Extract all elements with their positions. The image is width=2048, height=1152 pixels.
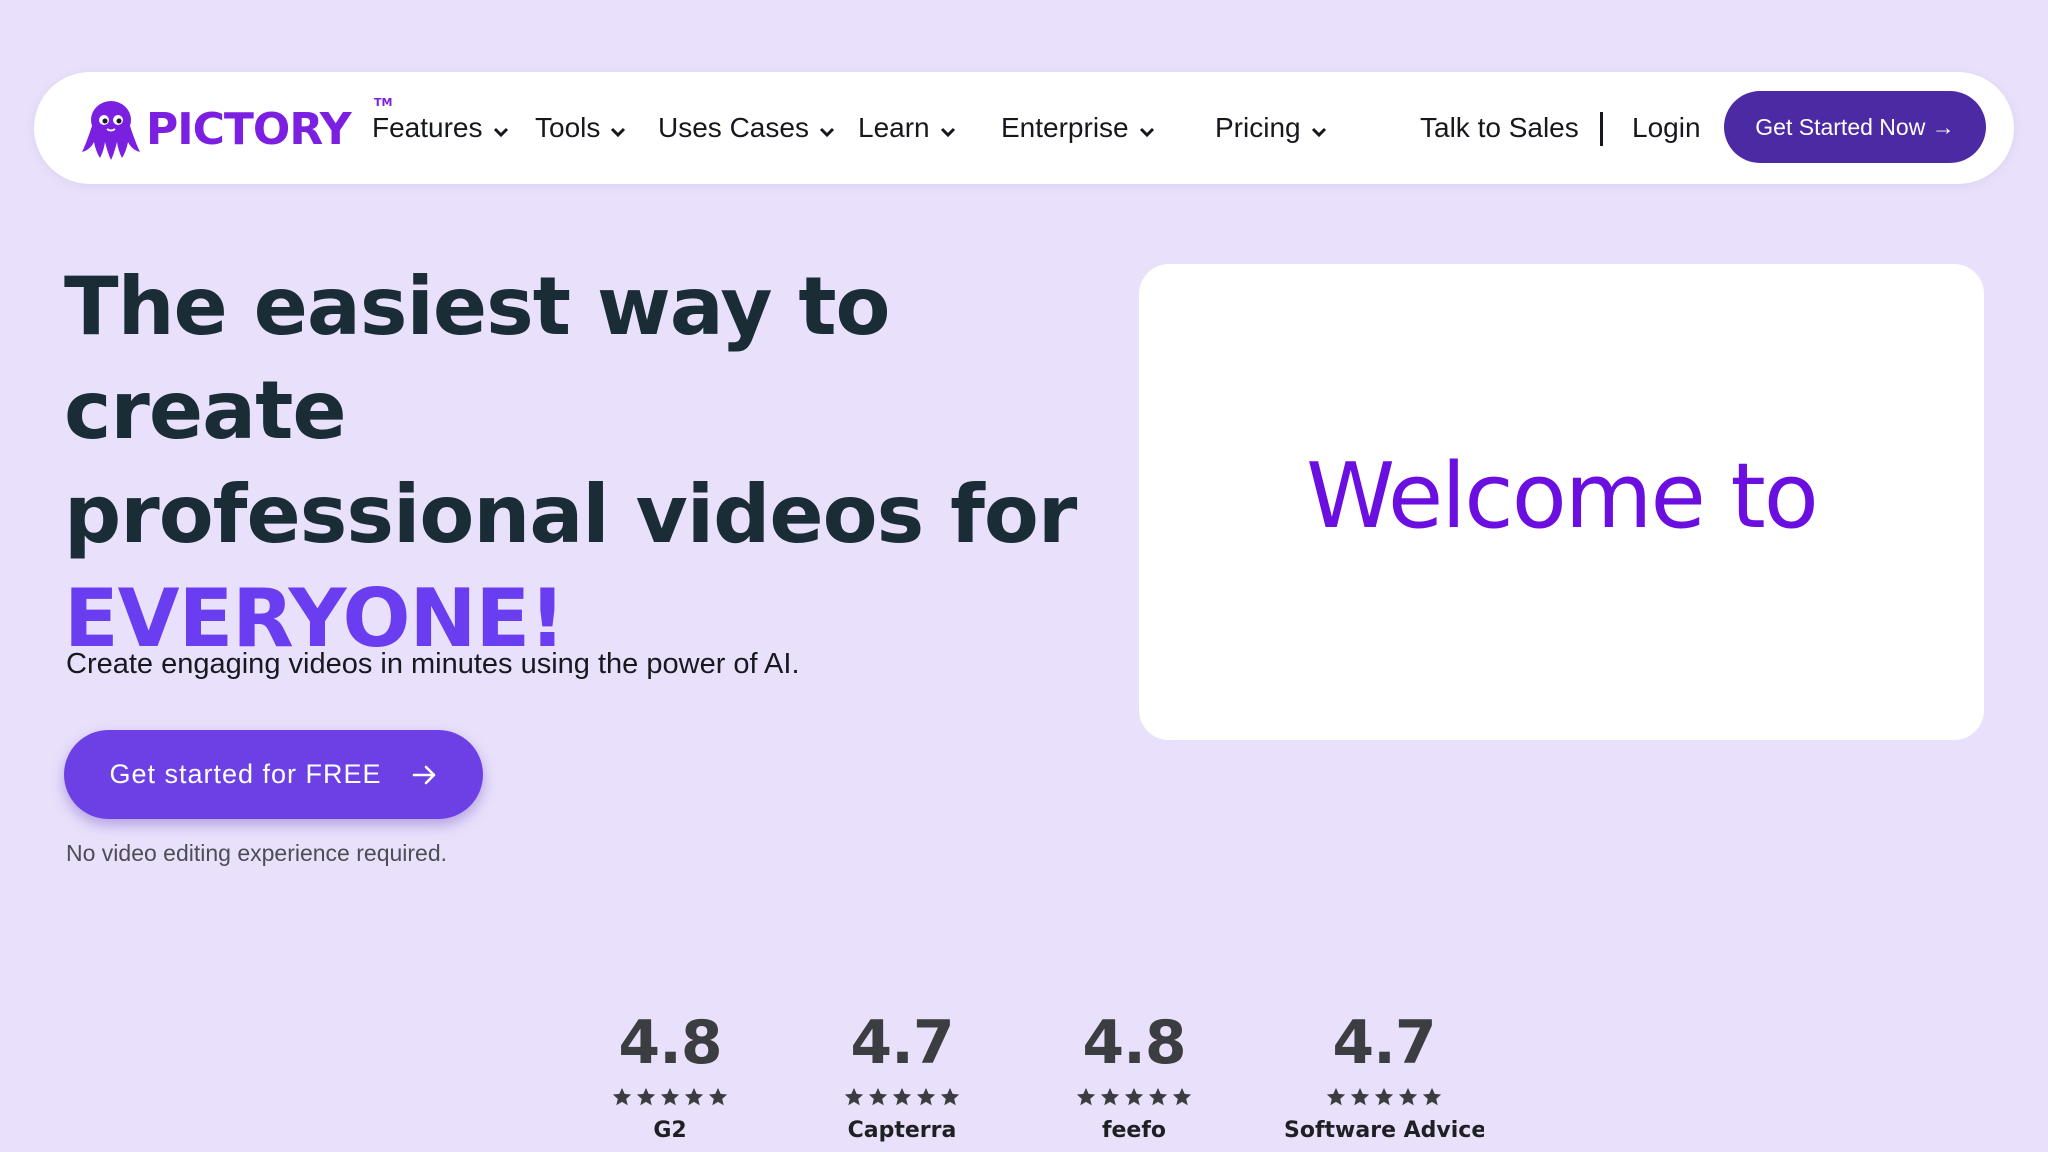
rating-score: 4.8 — [1082, 1008, 1186, 1078]
talk-to-sales-link[interactable]: Talk to Sales — [1420, 106, 1579, 150]
rating-feefo: 4.8 feefo — [1034, 1008, 1234, 1144]
rating-stars — [570, 1086, 770, 1108]
star-icon — [1374, 1087, 1394, 1106]
pictory-logo[interactable]: PICTORY TM — [78, 94, 392, 164]
nav-divider — [1600, 112, 1603, 146]
star-icon — [916, 1087, 936, 1106]
login-link[interactable]: Login — [1632, 106, 1701, 150]
rating-score: 4.7 — [850, 1008, 954, 1078]
get-started-now-button[interactable]: Get Started Now → — [1724, 91, 1986, 163]
hero-headline-line1: The easiest way to create — [64, 260, 891, 457]
star-icon — [708, 1087, 728, 1106]
star-icon — [940, 1087, 960, 1106]
g2-logo: G2 — [653, 1118, 687, 1143]
star-icon — [892, 1087, 912, 1106]
nav-tools-label: Tools — [535, 112, 601, 143]
hero-headline-line2: professional videos for — [64, 468, 1077, 561]
rating-score: 4.8 — [618, 1008, 722, 1078]
star-icon — [1172, 1087, 1192, 1106]
nav-enterprise-label: Enterprise — [1001, 112, 1129, 143]
capterra-logo: Capterra — [847, 1118, 957, 1143]
hero-headline: The easiest way to create professional v… — [64, 255, 1124, 671]
star-icon — [612, 1087, 632, 1106]
hero-subtext: Create engaging videos in minutes using … — [66, 648, 800, 680]
rating-stars — [802, 1086, 1002, 1108]
rating-score: 4.7 — [1332, 1008, 1436, 1078]
hero-video-player[interactable]: Welcome to — [1139, 264, 1984, 740]
nav-pricing[interactable]: Pricing — [1215, 106, 1327, 150]
logo-wordmark: PICTORY — [146, 103, 352, 155]
star-icon — [844, 1087, 864, 1106]
star-icon — [1148, 1087, 1168, 1106]
chevron-down-icon — [493, 127, 508, 138]
rating-stars — [1034, 1086, 1234, 1108]
chevron-down-icon — [819, 127, 834, 138]
star-icon — [1398, 1087, 1418, 1106]
software-advice-logo: Software Advice — [1284, 1118, 1484, 1143]
page: PICTORY TM Features Tools Uses Cases Lea… — [0, 0, 2048, 1152]
rating-g2: 4.8 G2 — [570, 1008, 770, 1144]
rating-software-advice: 4.7 Software Advice — [1284, 1008, 1484, 1144]
get-started-free-label: Get started for FREE — [109, 759, 382, 789]
nav-learn-label: Learn — [858, 112, 930, 143]
star-icon — [1100, 1087, 1120, 1106]
nav-features[interactable]: Features — [372, 106, 509, 150]
chevron-down-icon — [940, 127, 955, 138]
star-icon — [660, 1087, 680, 1106]
star-icon — [684, 1087, 704, 1106]
octopus-logo-icon — [82, 101, 140, 160]
star-icon — [1422, 1087, 1442, 1106]
star-icon — [868, 1087, 888, 1106]
star-icon — [1350, 1087, 1370, 1106]
star-icon — [1326, 1087, 1346, 1106]
star-icon — [1124, 1087, 1144, 1106]
arrow-right-icon — [412, 765, 435, 784]
nav-pricing-label: Pricing — [1215, 112, 1301, 143]
nav-features-label: Features — [372, 112, 483, 143]
nav-learn[interactable]: Learn — [858, 106, 956, 150]
rating-stars — [1284, 1086, 1484, 1108]
chevron-down-icon — [611, 127, 626, 138]
video-frame-text: Welcome to — [1306, 444, 1819, 549]
rating-capterra: 4.7 Capterra — [802, 1008, 1002, 1144]
star-icon — [1076, 1087, 1096, 1106]
get-started-free-button[interactable]: Get started for FREE — [64, 730, 483, 819]
nav-tools[interactable]: Tools — [535, 106, 626, 150]
chevron-down-icon — [1311, 127, 1326, 138]
nav-use-cases-label: Uses Cases — [658, 112, 809, 143]
top-navbar: PICTORY TM Features Tools Uses Cases Lea… — [34, 72, 2014, 184]
nav-use-cases[interactable]: Uses Cases — [658, 106, 835, 150]
feefo-logo: feefo — [1101, 1118, 1167, 1143]
star-icon — [636, 1087, 656, 1106]
hero-note: No video editing experience required. — [66, 840, 448, 866]
chevron-down-icon — [1139, 127, 1154, 138]
nav-enterprise[interactable]: Enterprise — [1001, 106, 1155, 150]
